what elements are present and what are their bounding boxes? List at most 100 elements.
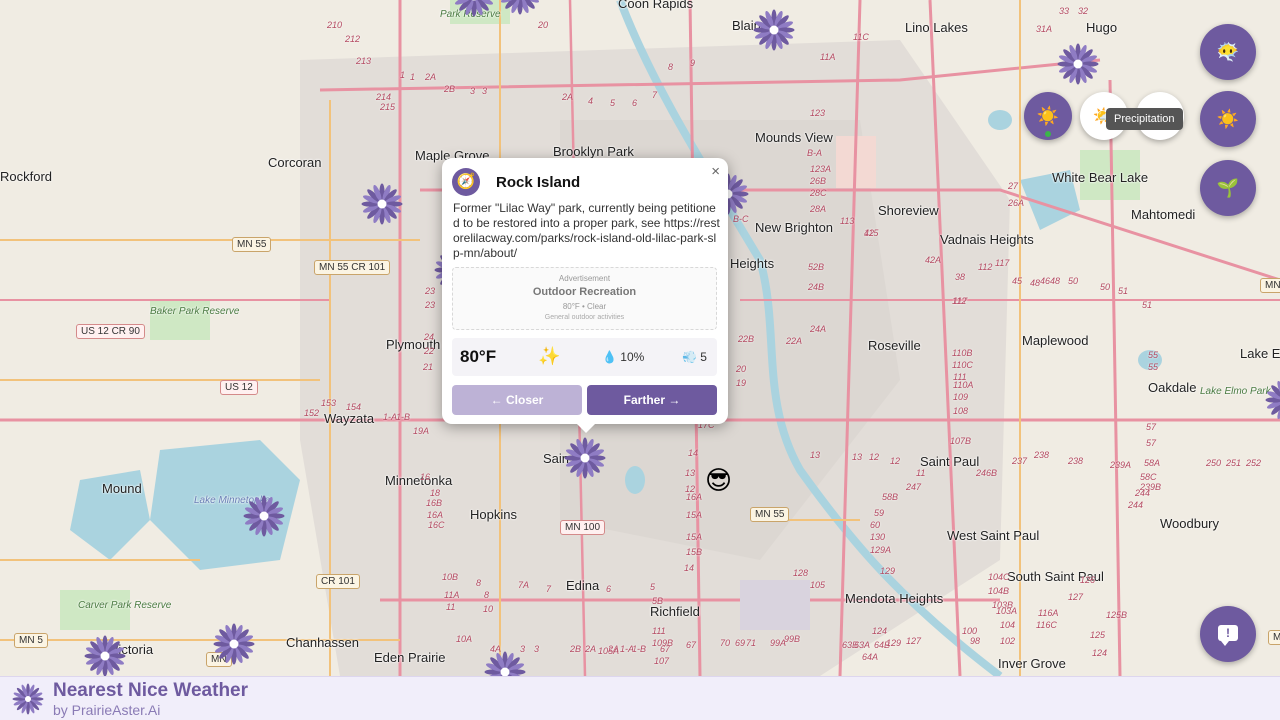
aster-location-marker[interactable] bbox=[360, 182, 404, 226]
exit-number: 51 bbox=[1118, 286, 1129, 296]
exit-number: 1-A bbox=[383, 412, 398, 422]
exit-number: 251 bbox=[1226, 458, 1242, 468]
precipitation-button[interactable]: ☀️ bbox=[1200, 91, 1256, 147]
exit-number: 250 bbox=[1206, 458, 1222, 468]
exit-number: 104 bbox=[1000, 620, 1016, 630]
exit-number: 110A bbox=[953, 380, 974, 390]
exit-number: 11 bbox=[446, 602, 456, 612]
exit-number: 128 bbox=[793, 568, 809, 578]
route-shield: MN bbox=[1260, 278, 1280, 293]
place-label: Mound bbox=[102, 481, 142, 496]
filter-sun-option[interactable]: ☀️ bbox=[1024, 92, 1072, 140]
exit-number: 212 bbox=[345, 34, 361, 44]
exit-number: 112 bbox=[952, 296, 967, 306]
exit-number: 109B bbox=[652, 638, 674, 648]
exit-number: 20 bbox=[538, 20, 549, 30]
ad-subtitle: General outdoor activities bbox=[544, 314, 625, 321]
aster-location-marker[interactable] bbox=[563, 436, 607, 480]
exit-number: 33 bbox=[1059, 6, 1070, 16]
exit-number: 5 bbox=[650, 582, 656, 592]
app-subtitle: by PrairieAster.Ai bbox=[53, 702, 161, 718]
app-title[interactable]: Nearest Nice Weather bbox=[53, 680, 248, 702]
weather-mode-button[interactable]: 😶‍🌫️ bbox=[1200, 24, 1256, 80]
exit-number: 7A bbox=[518, 580, 530, 590]
exit-number: 48 bbox=[1050, 276, 1061, 286]
exit-number: 24A bbox=[810, 324, 827, 334]
exit-number: 129A bbox=[870, 545, 892, 555]
exit-number: 12 bbox=[869, 452, 880, 462]
exit-number: 104C bbox=[988, 572, 1010, 582]
exit-number: 99A bbox=[770, 638, 787, 648]
place-label: Rockford bbox=[0, 169, 53, 184]
exit-number: 50 bbox=[1100, 282, 1111, 292]
aster-location-marker[interactable] bbox=[212, 622, 256, 666]
exit-number: 124 bbox=[872, 626, 888, 636]
exit-number: 103A bbox=[996, 606, 1018, 616]
sun-marker[interactable]: 😎 bbox=[705, 467, 732, 493]
exit-number: 154 bbox=[346, 402, 362, 412]
exit-number: 16 bbox=[420, 472, 431, 482]
exit-number: 16A bbox=[686, 492, 703, 502]
exit-number: 127 bbox=[906, 636, 922, 646]
exit-number: 15A bbox=[686, 510, 703, 520]
exit-number: 213 bbox=[356, 56, 372, 66]
exit-number: 58C bbox=[1140, 472, 1157, 482]
aster-location-marker[interactable] bbox=[1056, 42, 1100, 86]
aster-location-marker[interactable] bbox=[452, 0, 496, 18]
aster-location-marker[interactable] bbox=[498, 0, 542, 16]
exit-number: 48 bbox=[1030, 278, 1041, 288]
aster-location-marker[interactable] bbox=[83, 634, 127, 676]
sparkles-icon: ✨ bbox=[538, 346, 561, 366]
aster-location-marker[interactable] bbox=[1264, 378, 1280, 422]
route-shield: CR 101 bbox=[316, 574, 360, 589]
aster-location-marker[interactable] bbox=[483, 650, 527, 676]
exit-number: 16B bbox=[426, 498, 443, 508]
exit-number: 238 bbox=[1068, 456, 1084, 466]
exit-number: 110C bbox=[952, 360, 973, 370]
exit-number: 11A bbox=[820, 52, 836, 62]
place-label: White Bear Lake bbox=[1052, 170, 1149, 185]
advertisement-box[interactable]: Advertisement Outdoor Recreation 80°F • … bbox=[452, 267, 717, 330]
precipitation-tooltip: Precipitation bbox=[1106, 108, 1183, 130]
feedback-button[interactable]: ! bbox=[1200, 606, 1256, 662]
exit-number: 252 bbox=[1246, 458, 1262, 468]
exit-number: 13 bbox=[685, 468, 696, 478]
activity-button[interactable]: 🌱 bbox=[1200, 160, 1256, 216]
location-popup: × 🧭 Rock Island Former "Lilac Way" park,… bbox=[442, 158, 728, 433]
exit-number: 11 bbox=[916, 468, 926, 478]
exit-number: 244 bbox=[1135, 488, 1151, 498]
exit-number: 105 bbox=[810, 580, 826, 590]
exit-number: 5B bbox=[652, 596, 664, 606]
close-icon[interactable]: × bbox=[711, 163, 720, 180]
exit-number: 3 bbox=[534, 644, 540, 654]
exit-number: 24B bbox=[808, 282, 825, 292]
exit-number: 13 bbox=[810, 450, 821, 460]
exit-number: 238 bbox=[1034, 450, 1050, 460]
place-label: Mounds View bbox=[755, 130, 833, 145]
exit-number: B-A bbox=[807, 148, 823, 158]
exit-number: 46 bbox=[1040, 276, 1051, 286]
place-label: Woodbury bbox=[1160, 516, 1220, 531]
exit-number: 116C bbox=[1036, 620, 1057, 630]
aster-location-marker[interactable] bbox=[752, 8, 796, 52]
exit-number: 18 bbox=[430, 488, 441, 498]
exit-number: 247 bbox=[906, 482, 922, 492]
route-shield: MN 55 bbox=[750, 507, 790, 522]
exit-number: 26B bbox=[810, 176, 827, 186]
farther-button[interactable]: Farther → bbox=[587, 385, 717, 415]
closer-button[interactable]: ← Closer bbox=[452, 385, 582, 415]
selected-dot bbox=[1045, 131, 1051, 137]
aster-logo-icon[interactable] bbox=[12, 683, 44, 715]
aster-location-marker[interactable] bbox=[242, 494, 286, 538]
exit-number: 42A bbox=[925, 255, 942, 265]
exit-number: 1-B bbox=[396, 412, 411, 422]
place-label: Mahtomedi bbox=[1131, 207, 1196, 222]
cloud-face-icon: 😶‍🌫️ bbox=[1216, 42, 1240, 62]
exit-number: 63A bbox=[854, 640, 871, 650]
exit-number: 38 bbox=[955, 272, 966, 282]
sun-icon: ☀️ bbox=[1216, 109, 1240, 129]
place-label: Brooklyn Park bbox=[553, 144, 634, 159]
weather-summary: 80°F ✨ 💧 10% 💨 5 bbox=[452, 338, 717, 376]
exit-number: 23 bbox=[425, 300, 436, 310]
exit-number: 58A bbox=[1144, 458, 1161, 468]
